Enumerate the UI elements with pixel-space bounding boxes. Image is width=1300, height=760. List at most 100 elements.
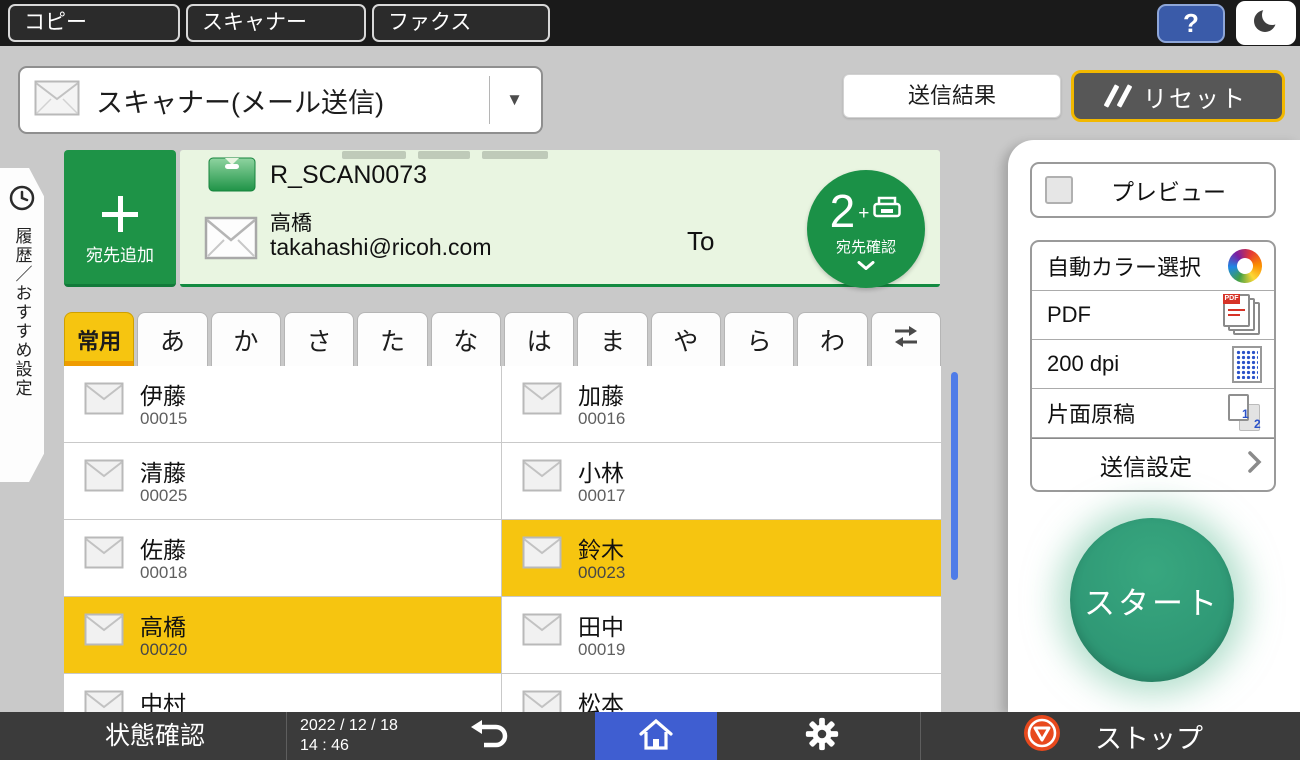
date-label: 2022 / 12 / 18 (300, 716, 398, 736)
envelope-icon (522, 536, 562, 574)
index-tab-ya[interactable]: や (651, 312, 721, 366)
send-settings-label: 送信設定 (1044, 448, 1248, 482)
contact-name: 加藤 (578, 377, 624, 411)
datetime-display: 2022 / 12 / 18 14 : 46 (300, 716, 398, 756)
setting-file-format[interactable]: PDF PDF (1032, 291, 1274, 340)
tab-fax[interactable]: ファクス (372, 4, 550, 42)
top-app-bar: コピー スキャナー ファクス ? (0, 0, 1300, 46)
email-destination-name[interactable]: 高橋 (270, 207, 312, 237)
start-button[interactable]: スタート (1070, 518, 1234, 682)
to-label: To (687, 226, 714, 257)
contact-list: 伊藤 00015 加藤 00016 清藤 00025 小林 00017 佐藤 0… (64, 366, 941, 712)
simplex-pages-icon: 1 2 (1226, 393, 1262, 433)
chevron-down-icon (857, 257, 875, 275)
index-tab-ka[interactable]: か (211, 312, 281, 366)
preview-label: プレビュー (1073, 173, 1264, 207)
contact-name: 佐藤 (140, 531, 186, 565)
resolution-icon (1232, 346, 1262, 383)
index-tab-a[interactable]: あ (137, 312, 207, 366)
list-scrollbar[interactable] (951, 372, 958, 580)
destination-list-panel[interactable]: R_SCAN0073 高橋 takahashi@ricoh.com To 2 +… (180, 150, 940, 287)
contact-name: 田中 (578, 608, 624, 642)
setting-color-mode[interactable]: 自動カラー選択 (1032, 242, 1274, 291)
reset-slashes-icon (1109, 84, 1127, 108)
contact-cell-tanaka[interactable]: 田中 00019 (502, 597, 941, 674)
contact-cell-ito[interactable]: 伊藤 00015 (64, 366, 502, 443)
contact-cell-takahashi[interactable]: 高橋 00020 (64, 597, 502, 674)
history-tab-label: 履歴／おすすめ設定 (10, 227, 35, 398)
back-button[interactable] (462, 720, 518, 752)
chevron-right-icon (1248, 451, 1262, 478)
index-tab-ta[interactable]: た (357, 312, 427, 366)
contact-code: 00025 (140, 486, 187, 506)
preview-toggle-button[interactable]: プレビュー (1030, 162, 1276, 218)
contact-name: 高橋 (140, 608, 186, 642)
scan-mode-label: スキャナー(メール送信) (96, 81, 489, 120)
reset-button[interactable]: リセット (1071, 70, 1285, 122)
index-tab-na[interactable]: な (431, 312, 501, 366)
index-tab-ma[interactable]: ま (577, 312, 647, 366)
destination-confirm-label: 宛先確認 (836, 236, 896, 257)
contact-code: 00020 (140, 640, 187, 660)
swap-arrows-icon (892, 324, 920, 356)
history-recommended-tab[interactable]: 履歴／おすすめ設定 (0, 168, 44, 482)
index-tab-sa[interactable]: さ (284, 312, 354, 366)
setting-original-side[interactable]: 片面原稿 1 2 (1032, 389, 1274, 438)
contact-cell-suzuki[interactable]: 鈴木 00023 (502, 520, 941, 597)
index-tab-wa[interactable]: わ (797, 312, 867, 366)
help-button[interactable]: ? (1157, 4, 1225, 43)
status-check-button[interactable]: 状態確認 (55, 712, 255, 760)
envelope-icon (84, 382, 124, 420)
contact-cell-kato[interactable]: 加藤 00016 (502, 366, 941, 443)
index-tab-frequent[interactable]: 常用 (64, 312, 134, 366)
contact-cell-kobayashi[interactable]: 小林 00017 (502, 443, 941, 520)
clock-icon (8, 184, 36, 217)
scan-settings-list: 自動カラー選択 PDF PDF 200 dpi 片面原稿 1 2 (1030, 240, 1276, 492)
index-switch-view-button[interactable] (871, 312, 941, 366)
contact-code: 00016 (578, 409, 625, 429)
send-settings-button[interactable]: 送信設定 (1032, 438, 1274, 490)
stop-icon (1023, 714, 1061, 759)
plus-icon (100, 194, 140, 234)
dropdown-divider (489, 76, 490, 124)
send-result-button[interactable]: 送信結果 (843, 74, 1061, 118)
folder-destination-name[interactable]: R_SCAN0073 (270, 161, 427, 190)
settings-button[interactable] (800, 716, 844, 756)
clipped-entry-remnant (482, 151, 548, 159)
stop-button[interactable]: ストップ (1005, 712, 1295, 760)
tab-scanner[interactable]: スキャナー (186, 4, 366, 42)
destination-confirm-button[interactable]: 2 + 宛先確認 (807, 170, 925, 288)
scan-mode-dropdown[interactable]: スキャナー(メール送信) ▼ (18, 66, 543, 134)
home-button[interactable] (595, 712, 717, 760)
contact-name: 伊藤 (140, 377, 186, 411)
envelope-icon (84, 690, 124, 712)
moon-icon (1251, 6, 1281, 41)
preview-checkbox[interactable] (1045, 176, 1073, 204)
plus-icon: + (858, 203, 869, 225)
contact-cell-matsumoto[interactable]: 松本 (502, 674, 941, 712)
clipped-entry-remnant (418, 151, 470, 159)
setting-resolution[interactable]: 200 dpi (1032, 340, 1274, 389)
envelope-icon (522, 690, 562, 712)
contact-cell-nakamura[interactable]: 中村 (64, 674, 502, 712)
back-arrow-icon (468, 718, 512, 755)
scan-settings-panel: プレビュー 自動カラー選択 PDF PDF 200 dpi 片面原稿 (1008, 140, 1300, 712)
email-destination-address[interactable]: takahashi@ricoh.com (270, 234, 492, 261)
setting-label: 自動カラー選択 (1047, 250, 1228, 282)
pdf-file-icon: PDF (1222, 294, 1262, 336)
setting-label: 片面原稿 (1047, 397, 1226, 429)
home-icon (638, 717, 674, 756)
tab-copy[interactable]: コピー (8, 4, 180, 42)
envelope-icon (84, 536, 124, 574)
add-destination-button[interactable]: 宛先追加 (64, 150, 176, 287)
envelope-icon (84, 613, 124, 651)
add-destination-label: 宛先追加 (64, 241, 176, 266)
index-tab-ha[interactable]: は (504, 312, 574, 366)
sleep-mode-button[interactable] (1236, 1, 1296, 45)
index-tab-ra[interactable]: ら (724, 312, 794, 366)
contact-cell-kiyofuji[interactable]: 清藤 00025 (64, 443, 502, 520)
contact-cell-sato[interactable]: 佐藤 00018 (64, 520, 502, 597)
stop-label: ストップ (1095, 717, 1203, 756)
envelope-icon (522, 613, 562, 651)
contact-name: 小林 (578, 454, 624, 488)
